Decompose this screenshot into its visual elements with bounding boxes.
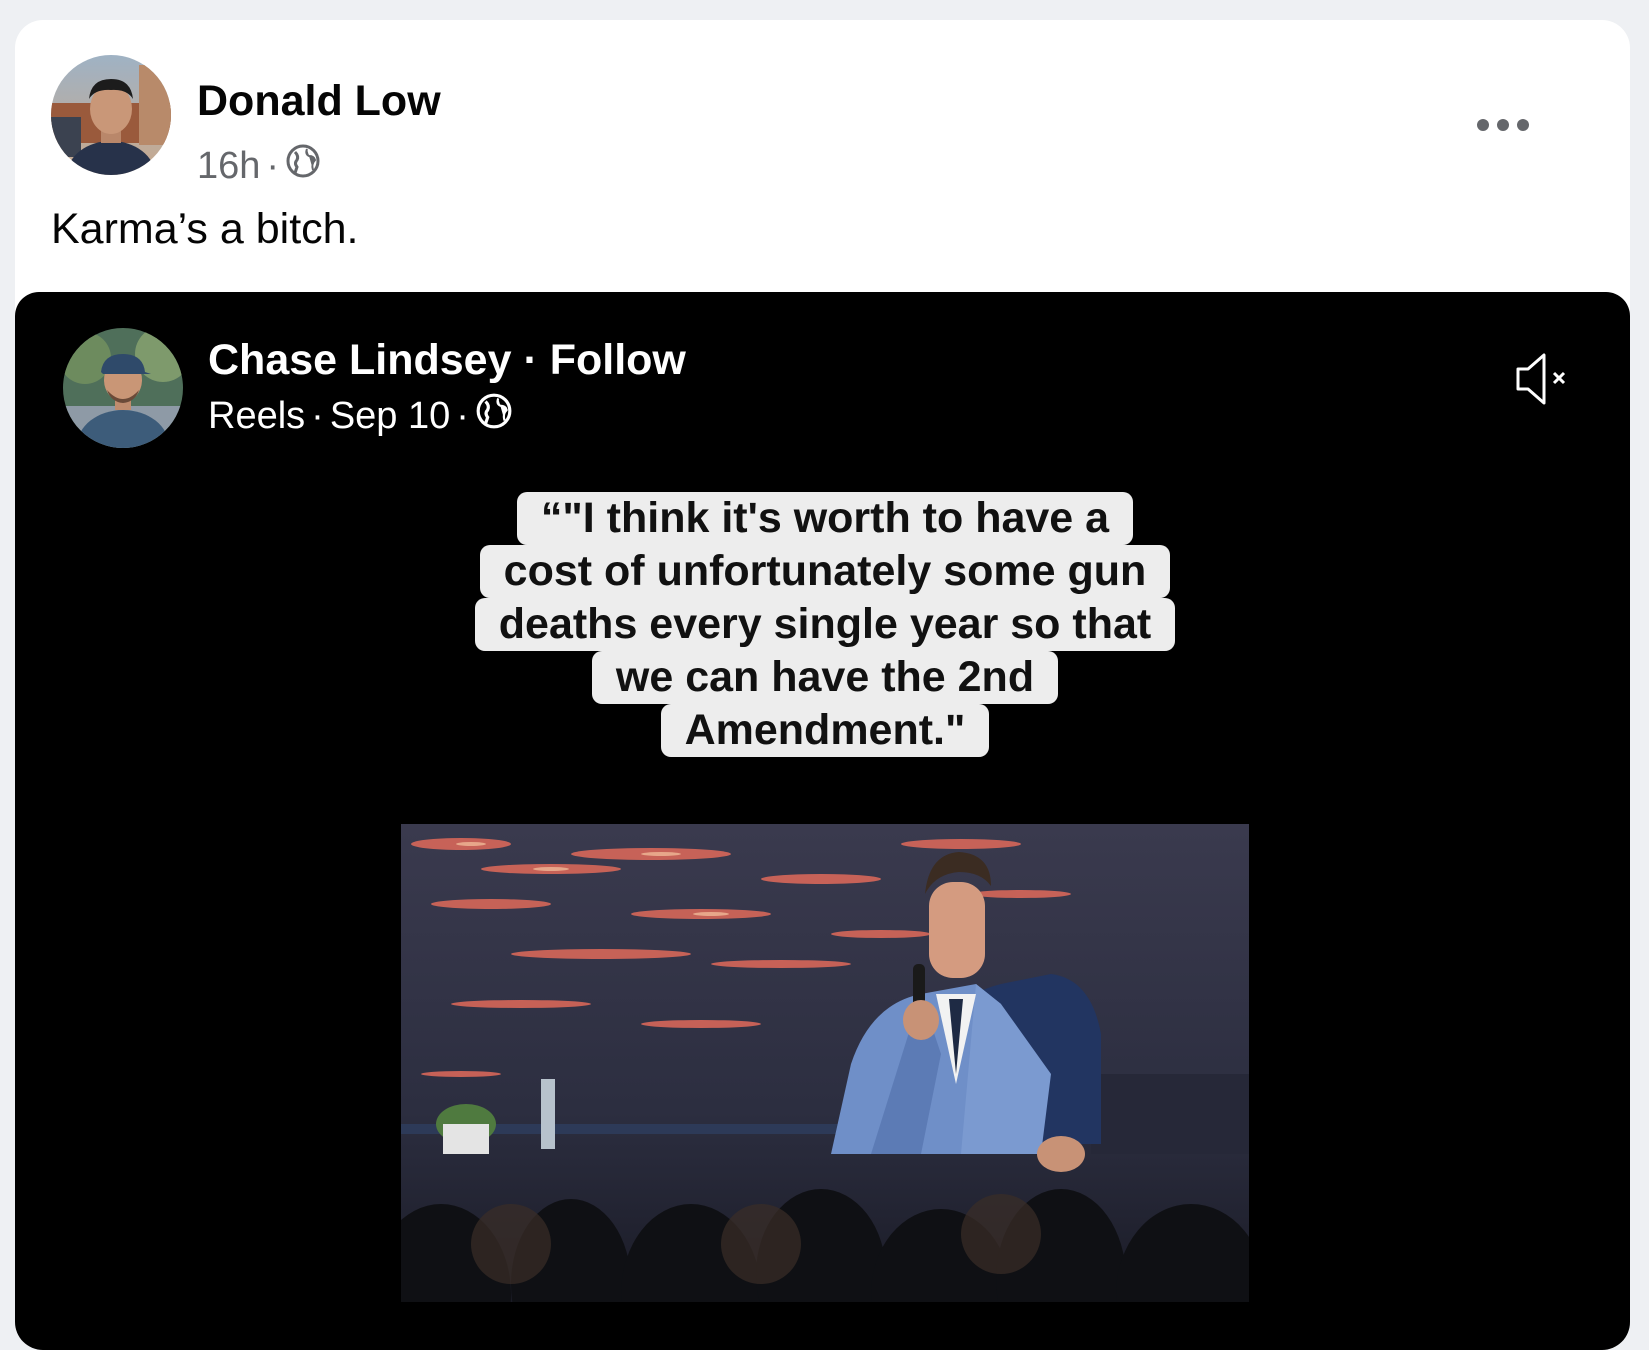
video-still-image	[401, 824, 1249, 1302]
reel-meta: Reels · Sep 10 ·	[208, 392, 513, 440]
caption-line: deaths every single year so that	[474, 598, 1176, 651]
caption-line: cost of unfortunately some gun	[479, 545, 1171, 598]
reel-source[interactable]: Reels	[208, 395, 305, 438]
author-avatar[interactable]	[51, 55, 171, 175]
meta-separator: ·	[266, 144, 280, 187]
author-name[interactable]: Donald Low	[197, 77, 441, 126]
reel-author-avatar[interactable]	[63, 328, 183, 448]
caption-line: “"I think it's worth to have a	[516, 492, 1134, 545]
globe-icon	[285, 143, 321, 189]
reel-meta-separator: ·	[311, 394, 324, 437]
speaker-muted-icon	[1516, 353, 1566, 405]
post-card: Donald Low 16h · Karma’s a bitch. Chase …	[15, 20, 1630, 1350]
more-dots-icon	[1477, 119, 1529, 131]
reel-caption: “"I think it's worth to have a cost of u…	[455, 492, 1195, 757]
reel-author-name[interactable]: Chase Lindsey	[208, 336, 512, 384]
reel-date[interactable]: Sep 10	[330, 395, 450, 438]
post-text: Karma’s a bitch.	[51, 205, 359, 253]
caption-line: we can have the 2nd	[591, 651, 1059, 704]
post-timestamp[interactable]: 16h	[197, 145, 260, 188]
more-options-button[interactable]	[1473, 110, 1533, 140]
reel-video[interactable]	[401, 824, 1249, 1302]
mute-toggle-button[interactable]	[1510, 347, 1580, 411]
follow-button[interactable]: Follow	[550, 336, 686, 384]
post-meta: 16h ·	[197, 143, 321, 189]
reel-header-separator: ·	[523, 336, 538, 384]
post-header: Donald Low 16h ·	[51, 55, 1591, 187]
caption-line: Amendment."	[660, 704, 990, 757]
reel-header: Chase Lindsey · Follow	[208, 336, 686, 385]
shared-reel[interactable]: Chase Lindsey · Follow Reels · Sep 10 ·	[15, 292, 1630, 1350]
globe-icon	[475, 392, 513, 440]
reel-meta-separator-2: ·	[456, 394, 469, 437]
